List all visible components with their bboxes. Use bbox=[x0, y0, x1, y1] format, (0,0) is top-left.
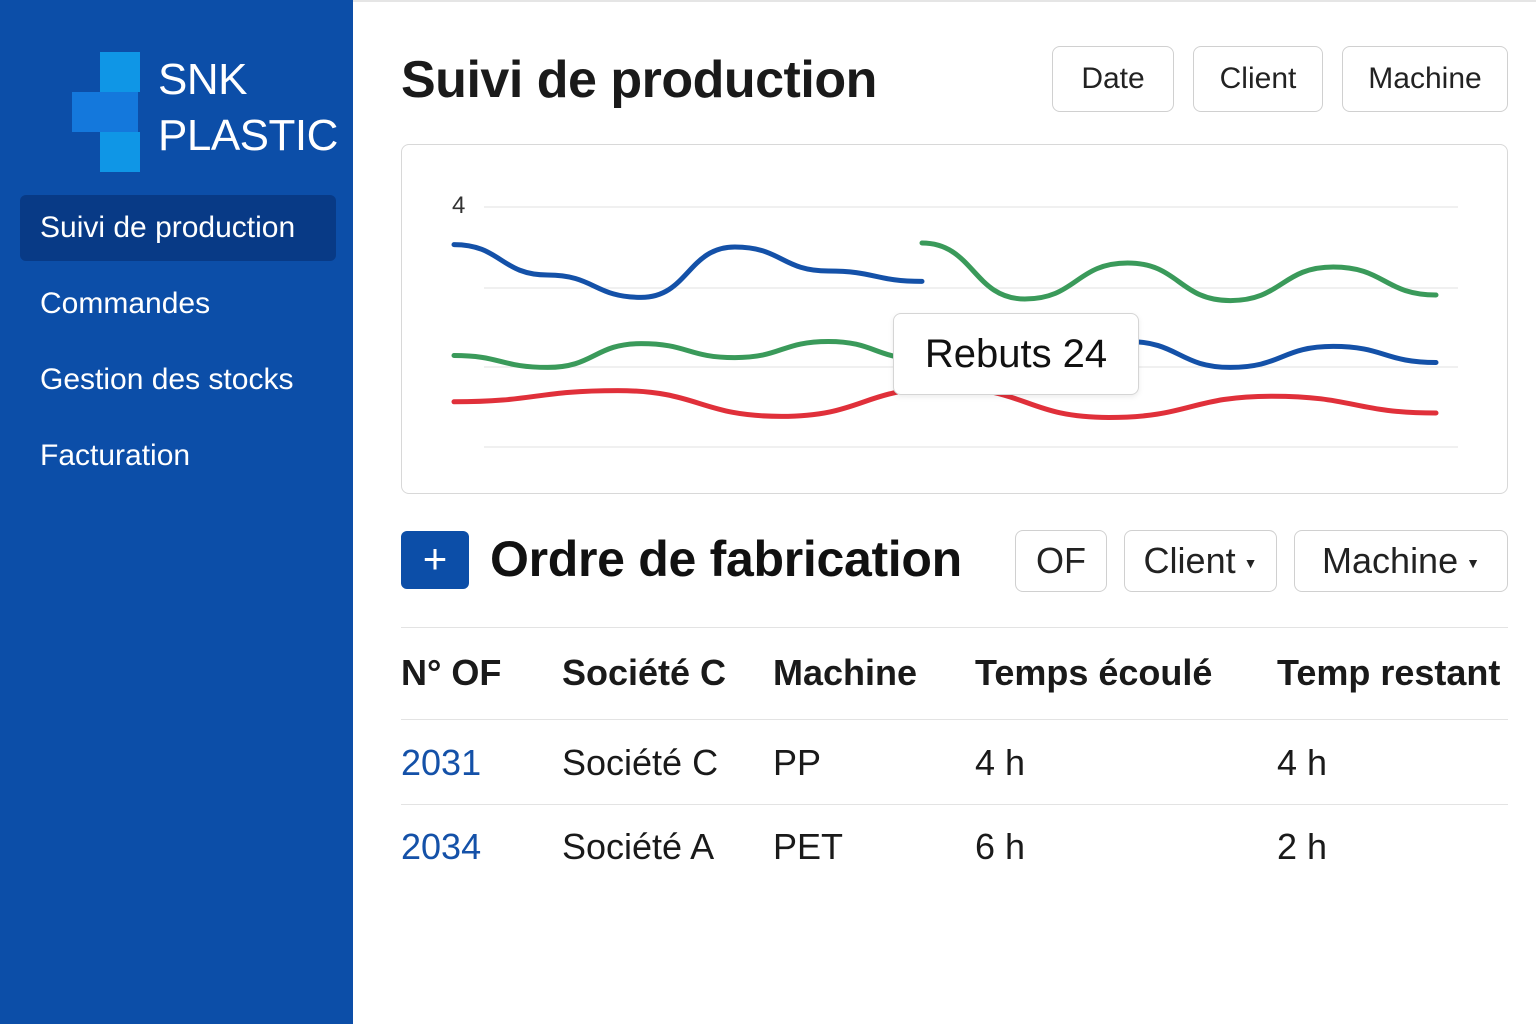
main-content: Suivi de production Date Client Machine … bbox=[353, 0, 1536, 1024]
column-header-societe[interactable]: Société C bbox=[562, 652, 726, 694]
cell-societe: Société A bbox=[562, 826, 715, 867]
logo-line-1: SNK bbox=[158, 55, 247, 104]
sidebar-item-commandes[interactable]: Commandes bbox=[20, 271, 336, 337]
sidebar-nav: Suivi de production Commandes Gestion de… bbox=[20, 195, 336, 499]
section-title: Ordre de fabrication bbox=[490, 531, 962, 587]
sidebar-item-gestion-des-stocks[interactable]: Gestion des stocks bbox=[20, 347, 336, 413]
sidebar: SNK PLASTIC Suivi de production Commande… bbox=[0, 0, 353, 1024]
filter-client-dropdown[interactable]: Client ▼ bbox=[1124, 530, 1277, 592]
filter-of-label: OF bbox=[1036, 540, 1086, 581]
of-number-link[interactable]: 2034 bbox=[401, 826, 481, 868]
column-header-temps-ecoule[interactable]: Temps écoulé bbox=[975, 652, 1212, 694]
series-line-green bbox=[451, 338, 925, 370]
row-divider bbox=[401, 804, 1508, 805]
add-order-button[interactable]: + bbox=[401, 531, 469, 589]
filter-client-label: Client bbox=[1143, 540, 1236, 581]
cell-temp-restant: 4 h bbox=[1277, 742, 1328, 783]
logo: SNK PLASTIC bbox=[70, 48, 340, 178]
cell-temps-ecoule: 4 h bbox=[975, 742, 1026, 783]
logo-mark-icon bbox=[70, 48, 142, 173]
filter-date-button[interactable]: Date bbox=[1052, 46, 1174, 112]
column-header-temp-restant[interactable]: Temp restant bbox=[1277, 652, 1500, 694]
table-divider bbox=[401, 627, 1508, 628]
app-window: SNK PLASTIC Suivi de production Commande… bbox=[0, 0, 1536, 1024]
y-tick-label: 4 bbox=[452, 192, 465, 219]
chevron-down-icon: ▼ bbox=[1243, 555, 1258, 572]
sidebar-item-facturation[interactable]: Facturation bbox=[20, 423, 336, 489]
logo-text: SNK PLASTIC bbox=[158, 52, 338, 164]
filter-machine-dropdown[interactable]: Machine ▼ bbox=[1294, 530, 1508, 592]
chart-tooltip: Rebuts 24 bbox=[893, 313, 1139, 395]
sidebar-item-suivi-de-production[interactable]: Suivi de production bbox=[20, 195, 336, 261]
logo-line-2: PLASTIC bbox=[158, 111, 338, 160]
filter-client-button[interactable]: Client bbox=[1193, 46, 1323, 112]
series-line-blue bbox=[451, 242, 925, 300]
filter-machine-label: Machine bbox=[1322, 540, 1459, 581]
filter-machine-button[interactable]: Machine bbox=[1342, 46, 1508, 112]
cell-societe: Société C bbox=[562, 742, 719, 783]
page-title: Suivi de production bbox=[401, 51, 877, 109]
column-header-of[interactable]: N° OF bbox=[401, 652, 501, 694]
production-chart: 4 Rebuts 24 bbox=[401, 144, 1508, 494]
chevron-down-icon: ▼ bbox=[1466, 555, 1480, 572]
cell-machine: PET bbox=[773, 826, 844, 867]
cell-temp-restant: 2 h bbox=[1277, 826, 1328, 867]
of-number-link[interactable]: 2031 bbox=[401, 742, 481, 784]
row-divider bbox=[401, 719, 1508, 720]
column-header-machine[interactable]: Machine bbox=[773, 652, 917, 694]
cell-temps-ecoule: 6 h bbox=[975, 826, 1026, 867]
cell-machine: PP bbox=[773, 742, 822, 783]
series-line-green bbox=[919, 240, 1439, 304]
filter-of-button[interactable]: OF bbox=[1015, 530, 1107, 592]
